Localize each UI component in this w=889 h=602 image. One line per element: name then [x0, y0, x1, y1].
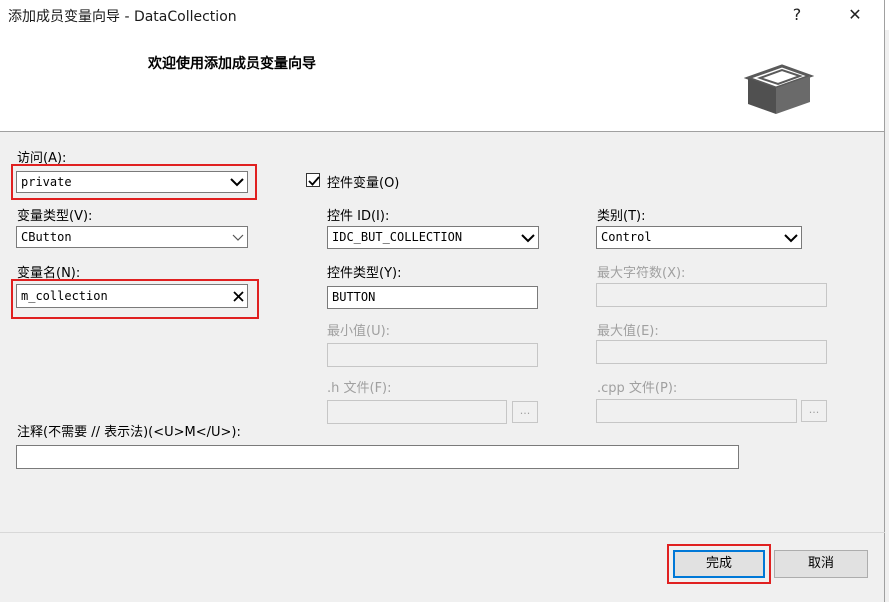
header-title: 欢迎使用添加成员变量向导 — [148, 56, 316, 72]
cpp-file-browse-button: ... — [801, 400, 827, 422]
cpp-file-label: .cpp 文件(P): — [597, 381, 678, 396]
access-value: private — [21, 175, 72, 189]
h-file-label: .h 文件(F): — [327, 381, 392, 396]
chevron-down-icon — [230, 178, 244, 187]
control-id-dropdown[interactable]: IDC_BUT_COLLECTION — [327, 226, 539, 249]
max-chars-label: 最大字符数(X): — [597, 266, 686, 281]
header-divider — [0, 131, 885, 132]
finish-button[interactable]: 完成 — [673, 550, 765, 578]
control-id-value: IDC_BUT_COLLECTION — [332, 230, 463, 244]
var-name-input[interactable]: m_collection — [16, 284, 248, 308]
category-dropdown[interactable]: Control — [596, 226, 802, 249]
clear-icon[interactable] — [233, 291, 244, 302]
category-value: Control — [601, 230, 652, 244]
control-id-label: 控件 ID(I): — [327, 209, 390, 224]
var-name-value: m_collection — [21, 289, 108, 303]
control-var-label[interactable]: 控件变量(O) — [327, 172, 399, 191]
comment-input[interactable] — [16, 445, 739, 469]
control-var-checkbox[interactable] — [306, 173, 320, 187]
wizard-header: 欢迎使用添加成员变量向导 — [0, 30, 885, 131]
window-edge — [884, 0, 885, 602]
control-type-label: 控件类型(Y): — [327, 266, 402, 281]
footer-divider — [0, 532, 885, 533]
max-value-label: 最大值(E): — [597, 324, 659, 339]
comment-label: 注释(不需要 // 表示法)(<U>M</U>): — [17, 425, 241, 440]
h-file-input — [327, 400, 507, 424]
cpp-file-input — [596, 399, 797, 423]
min-value-input — [327, 343, 538, 367]
category-label: 类别(T): — [597, 209, 646, 224]
title-bar: 添加成员变量向导 - DataCollection ? ✕ — [0, 0, 889, 30]
chevron-down-icon — [232, 234, 244, 241]
cancel-button[interactable]: 取消 — [774, 550, 868, 578]
min-value-label: 最小值(U): — [327, 324, 391, 339]
max-value-input — [596, 340, 827, 364]
var-type-combobox[interactable]: CButton — [16, 226, 248, 248]
var-type-value: CButton — [21, 230, 72, 244]
window-title: 添加成员变量向导 - DataCollection — [8, 9, 237, 25]
chevron-down-icon — [784, 234, 798, 243]
var-type-label: 变量类型(V): — [17, 209, 93, 224]
access-dropdown[interactable]: private — [16, 171, 248, 193]
control-type-input[interactable]: BUTTON — [327, 286, 538, 309]
checkmark-icon — [308, 176, 320, 186]
box-icon — [744, 64, 814, 114]
h-file-browse-button: ... — [512, 401, 538, 423]
max-chars-input — [596, 283, 827, 307]
help-button[interactable]: ? — [774, 0, 820, 30]
chevron-down-icon — [521, 234, 535, 243]
close-button[interactable]: ✕ — [832, 0, 878, 30]
control-type-value: BUTTON — [332, 290, 376, 304]
